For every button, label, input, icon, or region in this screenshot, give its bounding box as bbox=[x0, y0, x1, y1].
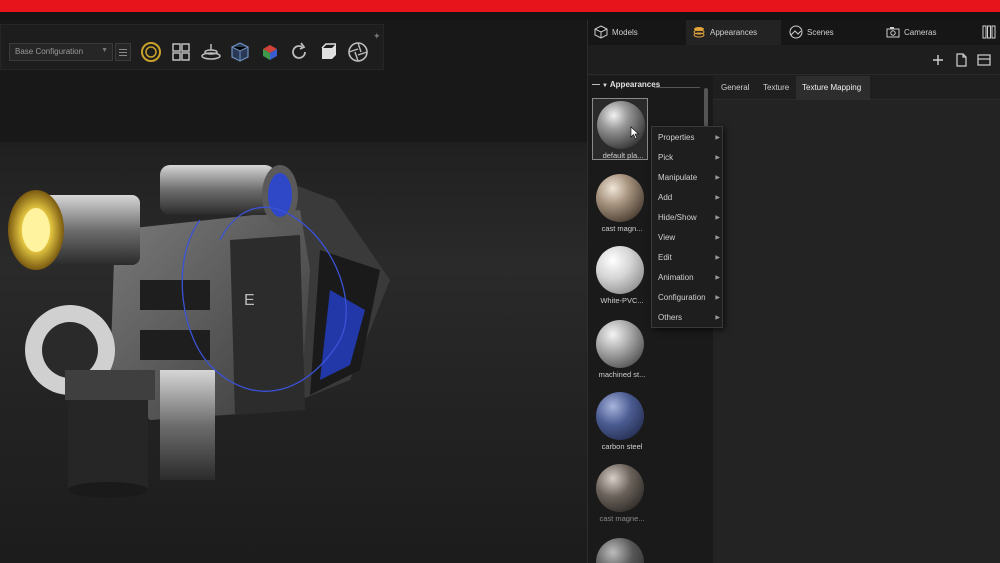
explode-icon[interactable] bbox=[170, 41, 192, 63]
camera-icon bbox=[886, 27, 900, 38]
tab-scenes[interactable]: Scenes bbox=[783, 20, 878, 45]
swatch-label: White-PVC... bbox=[600, 296, 644, 305]
menu-item-label: Animation bbox=[658, 273, 694, 282]
menu-item-label: Properties bbox=[658, 133, 695, 142]
menu-item-label: Hide/Show bbox=[658, 213, 697, 222]
menu-item-label: Add bbox=[658, 193, 673, 202]
chevron-right-icon: ▶ bbox=[715, 275, 720, 281]
viewport-toolbar: Base Configuration ▼ ✦ bbox=[0, 24, 384, 70]
chevron-down-icon: ▼ bbox=[101, 47, 108, 54]
library-header[interactable]: ▼ Appearances bbox=[592, 80, 700, 94]
menu-item-others[interactable]: Others ▶ bbox=[652, 308, 724, 328]
menu-item-label: Configuration bbox=[658, 293, 706, 302]
tab-models[interactable]: Models bbox=[588, 20, 686, 45]
chevron-right-icon: ▶ bbox=[715, 315, 720, 321]
tab-general[interactable]: General bbox=[715, 76, 755, 100]
columns-icon[interactable] bbox=[982, 25, 996, 39]
environment-icon[interactable] bbox=[140, 41, 162, 63]
menu-item-properties[interactable]: Properties ▶ bbox=[652, 128, 724, 148]
model-label: E bbox=[244, 292, 255, 309]
appearance-swatch[interactable]: cast magn... bbox=[592, 172, 648, 234]
swatch-label: cast magn... bbox=[601, 224, 643, 233]
menu-item-manipulate[interactable]: Manipulate ▶ bbox=[652, 168, 724, 188]
chevron-right-icon: ▶ bbox=[715, 155, 720, 161]
turntable-icon[interactable] bbox=[200, 41, 222, 63]
swatch-label: carbon steel bbox=[601, 442, 643, 451]
swatch-preview bbox=[596, 320, 644, 368]
tab-models-label: Models bbox=[612, 28, 638, 37]
tab-scenes-label: Scenes bbox=[807, 28, 834, 37]
new-document-icon[interactable] bbox=[954, 53, 968, 67]
appearance-stack-icon bbox=[693, 27, 705, 38]
configuration-menu-button[interactable] bbox=[115, 43, 131, 61]
swatch-preview bbox=[597, 101, 645, 149]
pin-icon[interactable]: ✦ bbox=[373, 31, 383, 41]
collapse-triangle-icon: ▼ bbox=[602, 83, 608, 89]
swatch-preview bbox=[596, 392, 644, 440]
chevron-right-icon: ▶ bbox=[715, 135, 720, 141]
appearance-swatch[interactable]: machined st... bbox=[592, 318, 648, 380]
appearance-swatch[interactable]: carbon steel bbox=[592, 390, 648, 452]
tab-appearances-label: Appearances bbox=[710, 28, 758, 37]
menu-item-configuration[interactable]: Configuration ▶ bbox=[652, 288, 724, 308]
menu-item-label: View bbox=[658, 233, 676, 242]
swatch-preview bbox=[596, 538, 644, 563]
title-bar-shadow bbox=[0, 12, 1000, 20]
appearance-swatch[interactable]: cast magne... bbox=[592, 462, 648, 524]
context-menu: Properties ▶ Pick ▶ Manipulate ▶ Add ▶ Hide/… bbox=[651, 126, 723, 328]
configuration-select-value: Base Configuration bbox=[15, 47, 84, 56]
appearance-properties: General Texture Texture Mapping bbox=[713, 76, 1000, 563]
menu-item-label: Others bbox=[658, 313, 683, 322]
tab-texture-mapping[interactable]: Texture Mapping bbox=[796, 76, 870, 100]
mouse-cursor-icon bbox=[630, 126, 640, 140]
chevron-right-icon: ▶ bbox=[715, 235, 720, 241]
3d-viewport[interactable]: Base Configuration ▼ ✦ E bbox=[0, 20, 587, 563]
appearance-swatch[interactable]: White-PVC... bbox=[592, 244, 648, 306]
add-icon[interactable] bbox=[931, 53, 945, 67]
chevron-right-icon: ▶ bbox=[715, 215, 720, 221]
aperture-icon[interactable] bbox=[347, 41, 369, 63]
menu-item-view[interactable]: View ▶ bbox=[652, 228, 724, 248]
swatch-preview bbox=[596, 246, 644, 294]
chevron-right-icon: ▶ bbox=[715, 255, 720, 261]
refresh-icon[interactable] bbox=[288, 41, 310, 63]
color-cube-icon[interactable] bbox=[259, 41, 281, 63]
menu-item-label: Edit bbox=[658, 253, 672, 262]
tab-texture[interactable]: Texture bbox=[757, 76, 795, 100]
menu-item-pick[interactable]: Pick ▶ bbox=[652, 148, 724, 168]
appearance-swatch[interactable] bbox=[592, 536, 648, 563]
menu-item-label: Pick bbox=[658, 153, 674, 162]
property-tabs: General Texture Texture Mapping bbox=[713, 76, 1000, 100]
library-title: Appearances bbox=[609, 80, 661, 89]
layout-icon[interactable] bbox=[977, 53, 991, 67]
panel-tabs: Models Appearances Scenes Cameras bbox=[588, 20, 1000, 45]
swatch-label: cast magne... bbox=[599, 514, 645, 523]
app-title-bar bbox=[0, 0, 1000, 12]
panel-actions bbox=[588, 45, 1000, 75]
swatch-preview bbox=[596, 174, 644, 222]
chevron-right-icon: ▶ bbox=[715, 195, 720, 201]
menu-item-edit[interactable]: Edit ▶ bbox=[652, 248, 724, 268]
right-panel: Models Appearances Scenes Cameras ▼ Appe… bbox=[587, 20, 1000, 563]
menu-item-label: Manipulate bbox=[658, 173, 698, 182]
scene-icon bbox=[789, 25, 803, 39]
swatch-label: default pla... bbox=[602, 151, 644, 160]
rendered-3d-model: E bbox=[8, 165, 390, 498]
chevron-right-icon: ▶ bbox=[715, 175, 720, 181]
tab-cameras-label: Cameras bbox=[904, 28, 937, 37]
tab-cameras[interactable]: Cameras bbox=[880, 20, 975, 45]
chevron-right-icon: ▶ bbox=[715, 295, 720, 301]
swatch-label: machined st... bbox=[598, 370, 646, 379]
menu-item-hide-show[interactable]: Hide/Show ▶ bbox=[652, 208, 724, 228]
cube-icon bbox=[594, 25, 608, 39]
box-icon[interactable] bbox=[318, 41, 340, 63]
menu-item-animation[interactable]: Animation ▶ bbox=[652, 268, 724, 288]
tab-appearances[interactable]: Appearances bbox=[686, 20, 781, 45]
section-cube-icon[interactable] bbox=[229, 41, 251, 63]
configuration-select[interactable]: Base Configuration ▼ bbox=[9, 43, 113, 61]
swatch-preview bbox=[596, 464, 644, 512]
menu-item-add[interactable]: Add ▶ bbox=[652, 188, 724, 208]
